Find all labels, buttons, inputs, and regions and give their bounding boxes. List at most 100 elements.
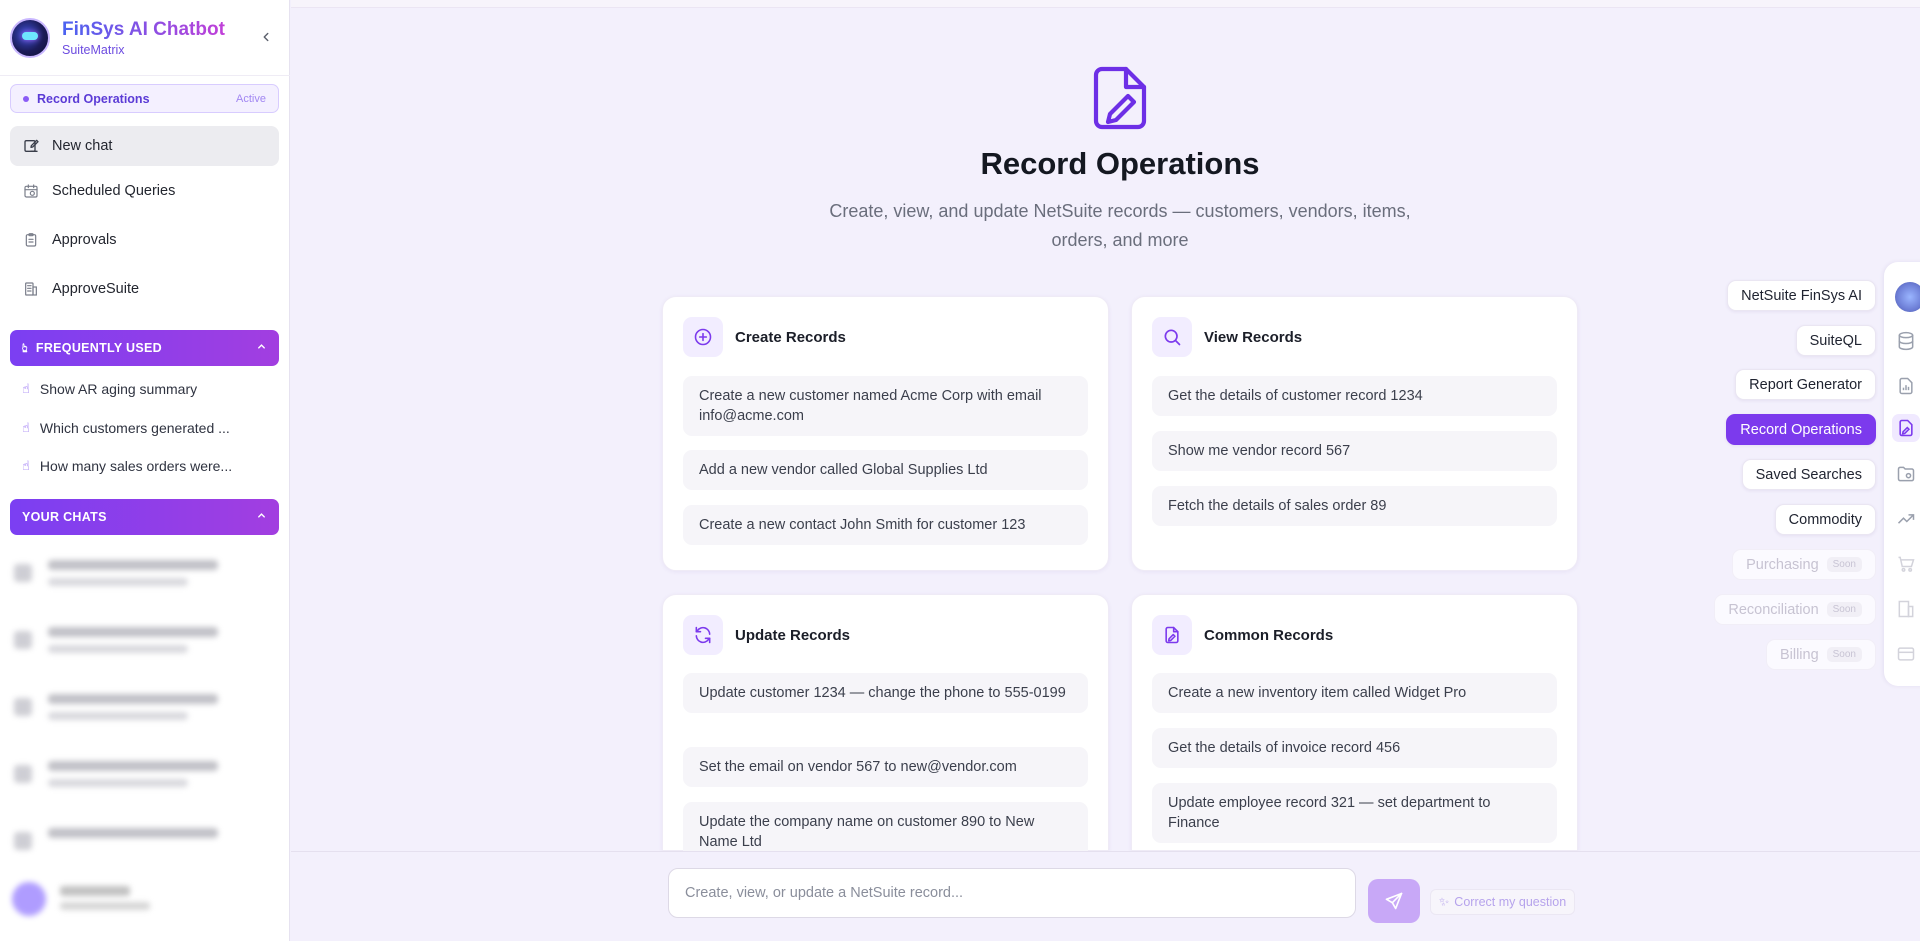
mode-label: Commodity xyxy=(1788,511,1862,528)
frequent-item[interactable]: ☝︎ Show AR aging summary xyxy=(22,377,197,401)
frequent-item-label: Which customers generated ... xyxy=(39,420,230,436)
chat-history-item[interactable] xyxy=(14,694,254,720)
mode-purchasing: Purchasing Soon xyxy=(1732,549,1876,580)
nav-label-approvals: Approvals xyxy=(52,232,117,248)
mode-label: Reconciliation xyxy=(1728,601,1819,618)
calendar-clock-icon xyxy=(22,182,40,200)
user-profile[interactable] xyxy=(10,880,280,920)
prompt-suggestion[interactable]: Create a new inventory item called Widge… xyxy=(1152,673,1557,713)
mode-label: SuiteQL xyxy=(1809,332,1862,349)
frequent-item[interactable]: ☝︎ Which customers generated ... xyxy=(22,416,230,440)
active-dot xyxy=(23,95,29,102)
card-header: Common Records xyxy=(1152,615,1333,655)
prompt-suggestion[interactable]: Get the details of invoice record 456 xyxy=(1152,728,1557,768)
credit-card-icon xyxy=(1892,640,1920,668)
your-chats-header[interactable]: YOUR CHATS xyxy=(10,499,279,535)
mode-reconciliation: Reconciliation Soon xyxy=(1714,594,1876,625)
collapse-sidebar-button[interactable] xyxy=(258,30,274,46)
nav-label-scheduled-queries: Scheduled Queries xyxy=(52,183,176,199)
mode-report-generator[interactable]: Report Generator xyxy=(1735,369,1876,400)
your-chats-title: YOUR CHATS xyxy=(22,510,107,524)
nav-label-approvesuite: ApproveSuite xyxy=(52,281,140,297)
file-edit-icon[interactable] xyxy=(1892,414,1920,442)
card-header: View Records xyxy=(1152,317,1302,357)
bot-logo xyxy=(10,17,50,58)
mode-label: Purchasing xyxy=(1746,556,1819,573)
finsys-ai-avatar-icon[interactable] xyxy=(1895,282,1920,312)
card-title: Common Records xyxy=(1204,626,1334,644)
card-header: Create Records xyxy=(683,317,846,357)
pointer-icon: ☝︎ xyxy=(22,381,30,396)
sidebar-item-approvesuite[interactable]: ApproveSuite xyxy=(10,269,279,309)
prompt-suggestion[interactable]: Update customer 1234 — change the phone … xyxy=(683,673,1088,713)
report-chart-icon[interactable] xyxy=(1892,372,1920,400)
mode-record-operations[interactable]: Record Operations xyxy=(1726,414,1876,445)
sidebar-item-scheduled-queries[interactable]: Scheduled Queries xyxy=(10,171,279,211)
correct-question-button[interactable]: ✨︎ Correct my question xyxy=(1430,889,1576,915)
mode-label: Record Operations xyxy=(1740,421,1862,438)
search-icon xyxy=(1152,317,1192,357)
brand-text: FinSys AI Chatbot SuiteMatrix xyxy=(62,19,225,57)
active-badge: Active xyxy=(236,92,266,105)
chevron-up-icon xyxy=(256,510,267,524)
nav-label-new-chat: New chat xyxy=(52,138,113,154)
pointer-icon: ☝︎ xyxy=(22,458,30,473)
mode-label: Saved Searches xyxy=(1755,466,1862,483)
prompt-suggestion[interactable]: Get the details of customer record 1234 xyxy=(1152,376,1557,416)
chat-history-item[interactable] xyxy=(14,761,254,787)
file-edit-icon xyxy=(1152,615,1192,655)
common-records-card: Common Records Create a new inventory it… xyxy=(1131,594,1578,851)
active-mode-pill: Record Operations Active xyxy=(10,84,279,113)
sidebar-item-approvals[interactable]: Approvals xyxy=(10,220,279,260)
trending-up-icon[interactable] xyxy=(1892,505,1920,533)
prompt-suggestion[interactable]: Add a new vendor called Global Supplies … xyxy=(683,450,1088,490)
edit-icon xyxy=(22,137,40,155)
mode-netsuite-finsys-ai[interactable]: NetSuite FinSys AI xyxy=(1727,280,1876,311)
prompt-suggestion[interactable]: Update employee record 321 — set departm… xyxy=(1152,783,1557,843)
mode-label: Report Generator xyxy=(1749,376,1862,393)
chat-history-item[interactable] xyxy=(14,627,254,653)
new-chat-button[interactable]: New chat xyxy=(10,126,279,166)
mode-icon-rail xyxy=(1884,262,1920,686)
prompt-suggestion[interactable]: Show me vendor record 567 xyxy=(1152,431,1557,471)
chevron-up-icon xyxy=(256,341,267,355)
prompt-suggestion[interactable]: Set the email on vendor 567 to new@vendo… xyxy=(683,747,1088,787)
mode-suiteql[interactable]: SuiteQL xyxy=(1795,325,1876,356)
card-title: Create Records xyxy=(735,328,846,346)
clipboard-icon xyxy=(22,231,40,249)
frequently-used-header[interactable]: 👆︎ FREQUENTLY USED xyxy=(10,330,279,366)
mode-label: Billing xyxy=(1779,646,1819,663)
mode-billing: Billing Soon xyxy=(1765,639,1876,670)
mode-saved-searches[interactable]: Saved Searches xyxy=(1741,459,1876,490)
chevron-left-icon xyxy=(263,32,269,42)
send-button[interactable] xyxy=(1368,879,1420,923)
top-border xyxy=(291,0,1920,8)
card-title: View Records xyxy=(1204,328,1303,346)
flame-icon: 👆︎ xyxy=(22,340,28,355)
card-header: Update Records xyxy=(683,615,850,655)
page-title: Record Operations xyxy=(980,146,1260,181)
mode-label: NetSuite FinSys AI xyxy=(1741,287,1862,304)
chat-history-item[interactable] xyxy=(14,828,254,850)
file-edit-icon xyxy=(1092,66,1148,130)
chat-input[interactable] xyxy=(668,868,1356,918)
refresh-icon xyxy=(683,615,723,655)
send-icon xyxy=(1385,892,1403,910)
mode-commodity[interactable]: Commodity xyxy=(1774,504,1876,535)
prompt-suggestion[interactable]: Fetch the details of sales order 89 xyxy=(1152,486,1557,526)
database-icon[interactable] xyxy=(1892,327,1920,355)
sparkle-icon: ✨︎ xyxy=(1439,894,1450,909)
pointer-icon: ☝︎ xyxy=(22,420,30,435)
create-records-card: Create Records Create a new customer nam… xyxy=(662,296,1109,571)
prompt-suggestion[interactable]: Update the company name on customer 890 … xyxy=(683,802,1088,852)
brand-title: FinSys AI Chatbot xyxy=(62,18,225,40)
chat-history-item[interactable] xyxy=(14,560,254,586)
prompt-suggestion[interactable]: Create a new customer named Acme Corp wi… xyxy=(683,376,1088,436)
prompt-suggestion[interactable]: Create a new contact John Smith for cust… xyxy=(683,505,1088,545)
soon-badge: Soon xyxy=(1826,557,1862,572)
view-records-card: View Records Get the details of customer… xyxy=(1131,296,1578,571)
brand-header: FinSys AI Chatbot SuiteMatrix xyxy=(0,0,290,76)
frequently-used-title: FREQUENTLY USED xyxy=(35,341,162,355)
folder-search-icon[interactable] xyxy=(1892,460,1920,488)
frequent-item[interactable]: ☝︎ How many sales orders were... xyxy=(22,454,232,478)
